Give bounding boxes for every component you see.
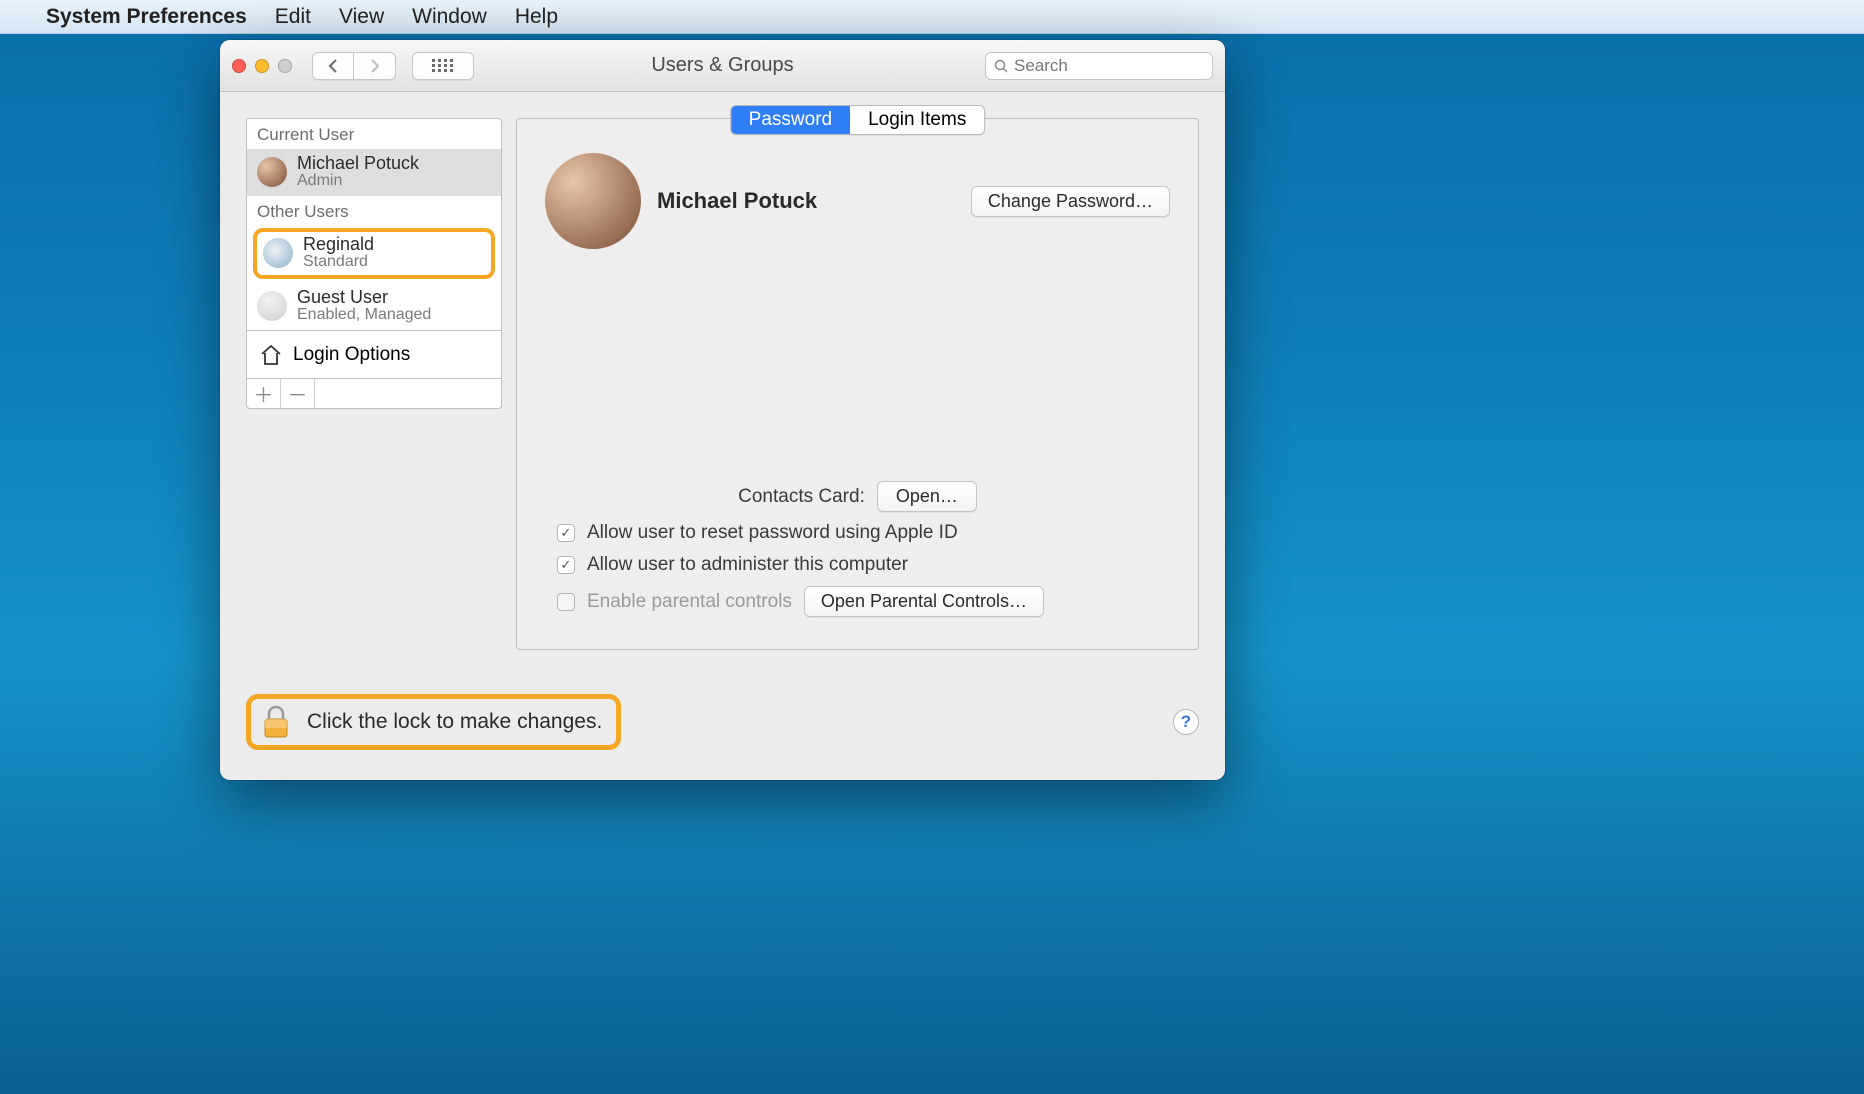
allow-admin-checkbox[interactable]: ✓ xyxy=(557,556,575,574)
minimize-window-button[interactable] xyxy=(255,59,269,73)
avatar-icon xyxy=(257,157,287,187)
contacts-card-row: Contacts Card: Open… xyxy=(557,481,1158,512)
close-window-button[interactable] xyxy=(232,59,246,73)
sidebar-user-reginald[interactable]: Reginald Standard xyxy=(257,232,491,275)
open-contacts-button[interactable]: Open… xyxy=(877,481,977,512)
allow-reset-row: ✓ Allow user to reset password using App… xyxy=(557,522,1158,544)
sidebar-user-role: Admin xyxy=(297,172,419,190)
home-icon xyxy=(259,343,283,367)
user-detail-panel: Password Login Items Michael Potuck Chan… xyxy=(516,118,1199,650)
user-display-name: Michael Potuck xyxy=(657,188,955,214)
sidebar-current-user-label: Current User xyxy=(247,119,501,149)
sidebar-user-name: Guest User xyxy=(297,287,431,308)
menu-window[interactable]: Window xyxy=(412,5,487,29)
remove-user-button[interactable]: － xyxy=(281,379,315,408)
allow-admin-label: Allow user to administer this computer xyxy=(587,554,908,576)
show-all-prefs-button[interactable] xyxy=(412,52,474,80)
user-avatar[interactable] xyxy=(545,153,641,249)
tab-password[interactable]: Password xyxy=(731,106,850,134)
allow-reset-checkbox[interactable]: ✓ xyxy=(557,524,575,542)
toolbar-search[interactable] xyxy=(985,52,1213,80)
allow-admin-row: ✓ Allow user to administer this computer xyxy=(557,554,1158,576)
sidebar-other-users-label: Other Users xyxy=(247,196,501,226)
annotation-highlight-lock: Click the lock to make changes. xyxy=(246,694,621,750)
lock-icon[interactable] xyxy=(261,705,291,739)
sidebar-pm-spacer xyxy=(315,379,501,408)
sidebar-add-remove: ＋ － xyxy=(247,378,501,408)
parental-row: Enable parental controls Open Parental C… xyxy=(557,586,1158,617)
annotation-highlight-reginald: Reginald Standard xyxy=(253,228,495,279)
menu-edit[interactable]: Edit xyxy=(275,5,311,29)
detail-tabs: Password Login Items xyxy=(730,105,986,135)
sidebar-user-name: Michael Potuck xyxy=(297,153,419,174)
mac-menubar: System Preferences Edit View Window Help xyxy=(0,0,1864,34)
parental-label: Enable parental controls xyxy=(587,591,792,613)
sidebar-login-options[interactable]: Login Options xyxy=(247,330,501,378)
users-sidebar: Current User Michael Potuck Admin Other … xyxy=(246,118,502,409)
menu-view[interactable]: View xyxy=(339,5,384,29)
change-password-button[interactable]: Change Password… xyxy=(971,186,1170,217)
sidebar-user-guest[interactable]: Guest User Enabled, Managed xyxy=(247,283,501,330)
lock-text: Click the lock to make changes. xyxy=(307,710,602,734)
toolbar-search-input[interactable] xyxy=(1014,56,1204,76)
nav-forward-button[interactable] xyxy=(354,52,396,80)
sidebar-user-role: Enabled, Managed xyxy=(297,306,431,324)
nav-back-button[interactable] xyxy=(312,52,354,80)
window-traffic-lights xyxy=(232,59,292,73)
help-button[interactable]: ? xyxy=(1173,709,1199,735)
avatar-icon xyxy=(263,238,293,268)
sidebar-user-name: Reginald xyxy=(303,234,374,255)
parental-checkbox[interactable] xyxy=(557,593,575,611)
sidebar-user-current[interactable]: Michael Potuck Admin xyxy=(247,149,501,196)
tab-login-items[interactable]: Login Items xyxy=(850,106,984,134)
zoom-window-button[interactable] xyxy=(278,59,292,73)
prefs-window: Users & Groups Current User Michael Potu… xyxy=(220,40,1225,780)
menu-help[interactable]: Help xyxy=(515,5,558,29)
window-titlebar: Users & Groups xyxy=(220,40,1225,92)
search-icon xyxy=(994,59,1008,73)
open-parental-controls-button[interactable]: Open Parental Controls… xyxy=(804,586,1044,617)
appname-menu[interactable]: System Preferences xyxy=(46,5,247,29)
avatar-icon xyxy=(257,291,287,321)
add-user-button[interactable]: ＋ xyxy=(247,379,281,408)
nav-back-forward xyxy=(312,52,396,80)
login-options-label: Login Options xyxy=(293,344,410,366)
allow-reset-label: Allow user to reset password using Apple… xyxy=(587,522,958,544)
contacts-card-label: Contacts Card: xyxy=(738,486,865,508)
sidebar-user-role: Standard xyxy=(303,253,374,271)
